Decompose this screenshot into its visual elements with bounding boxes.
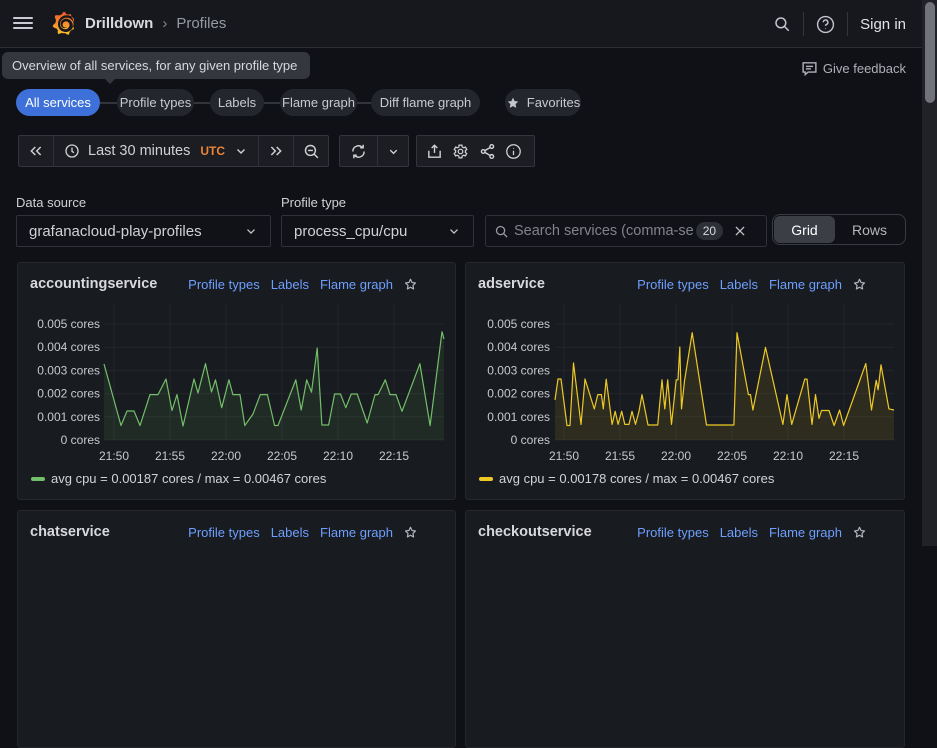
svg-text:21:50: 21:50 (99, 449, 129, 463)
svg-text:21:55: 21:55 (155, 449, 185, 463)
svg-text:0.001 cores: 0.001 cores (37, 410, 100, 424)
svg-text:21:55: 21:55 (605, 449, 635, 463)
svg-text:0.004 cores: 0.004 cores (487, 340, 550, 354)
svg-text:22:10: 22:10 (773, 449, 803, 463)
svg-text:0.002 cores: 0.002 cores (487, 387, 550, 401)
svg-text:0.003 cores: 0.003 cores (37, 363, 100, 377)
svg-text:0.001 cores: 0.001 cores (487, 410, 550, 424)
svg-text:22:15: 22:15 (829, 449, 859, 463)
svg-text:22:15: 22:15 (379, 449, 409, 463)
svg-text:0.002 cores: 0.002 cores (37, 387, 100, 401)
svg-text:22:05: 22:05 (717, 449, 747, 463)
svg-text:22:00: 22:00 (661, 449, 691, 463)
svg-text:0.004 cores: 0.004 cores (37, 340, 100, 354)
svg-text:0.003 cores: 0.003 cores (487, 363, 550, 377)
svg-text:22:10: 22:10 (323, 449, 353, 463)
svg-text:0 cores: 0 cores (511, 433, 550, 447)
svg-text:21:50: 21:50 (549, 449, 579, 463)
svg-text:0 cores: 0 cores (61, 433, 100, 447)
svg-text:22:00: 22:00 (211, 449, 241, 463)
svg-text:22:05: 22:05 (267, 449, 297, 463)
svg-text:0.005 cores: 0.005 cores (37, 317, 100, 331)
svg-text:0.005 cores: 0.005 cores (487, 317, 550, 331)
